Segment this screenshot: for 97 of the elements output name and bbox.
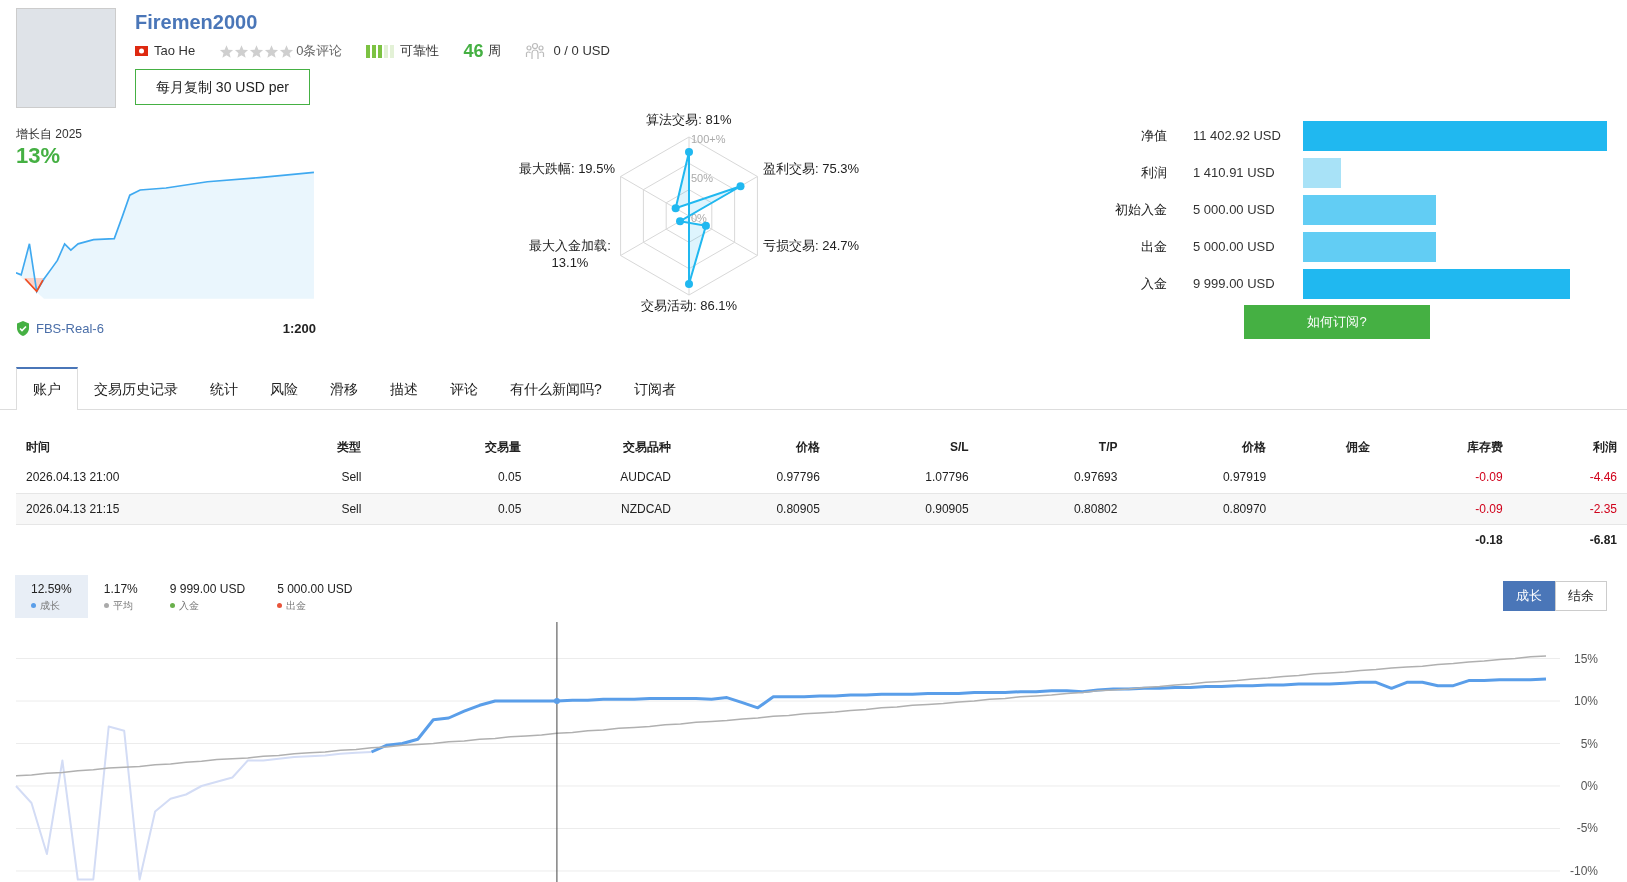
tab[interactable]: 有什么新闻吗?: [494, 367, 618, 409]
hover-point: [553, 698, 560, 704]
server-name[interactable]: FBS-Real-6: [36, 319, 104, 339]
tab[interactable]: 订阅者: [617, 367, 692, 409]
column-header: S/L: [948, 438, 970, 456]
total-cell: -6.81: [1512, 524, 1627, 555]
balance-value: 5 000.00 USD: [1193, 237, 1276, 256]
star-icon: [219, 43, 235, 59]
table-cell: 0.80970: [1127, 493, 1277, 524]
grid-label: 0%: [691, 212, 707, 224]
star-icon: [249, 43, 265, 59]
total-cell: -0.18: [1379, 524, 1513, 555]
column-header: 交易量: [484, 438, 523, 456]
axis-label: -10%: [1570, 863, 1598, 878]
table-cell: Sell: [239, 493, 372, 524]
column-header: 利润: [1592, 438, 1618, 456]
balance-label: 净值: [1140, 126, 1167, 145]
axis-label: -5%: [1576, 821, 1598, 836]
axis-label: 亏损交易: 24.7%: [763, 238, 860, 253]
table-cell: AUDCAD: [531, 462, 681, 493]
column-header: 价格: [794, 438, 821, 456]
table-cell: 0.97796: [681, 462, 830, 493]
weeks-count: 46: [463, 39, 484, 63]
table-cell: 0.80905: [681, 493, 830, 524]
balance-value: 9 999.00 USD: [1193, 274, 1276, 293]
grid-label: 50%: [691, 171, 714, 184]
shield-check-icon: [16, 321, 30, 337]
star-icon: [234, 43, 250, 59]
axis-label: 5%: [1580, 736, 1598, 751]
weeks-unit: 周: [488, 42, 502, 61]
table-cell: -0.09: [1379, 462, 1513, 493]
column-header: 时间: [25, 438, 51, 456]
column-header: T/P: [1097, 438, 1119, 456]
table-cell: -4.46: [1512, 462, 1627, 493]
table-cell: 0.05: [371, 462, 532, 493]
balance-label: 出金: [1140, 237, 1167, 256]
balance-value: 11 402.92 USD: [1193, 126, 1282, 145]
legend-item[interactable]: 12.59% 成长: [15, 575, 88, 618]
table-cell: 1.07796: [829, 462, 979, 493]
radar-point: [701, 221, 710, 230]
chart-toggle[interactable]: 结余: [1555, 581, 1607, 611]
radar-point: [685, 280, 693, 288]
table-cell: 0.97919: [1127, 462, 1277, 493]
radar-point: [676, 217, 685, 226]
growth-label: 增长自 2025: [16, 126, 84, 143]
table-cell: 0.90905: [829, 493, 979, 524]
balance-label: 初始入金: [1114, 200, 1167, 219]
balance-value: 5 000.00 USD: [1193, 200, 1276, 219]
tab[interactable]: 描述: [374, 367, 434, 409]
table-cell: NZDCAD: [531, 493, 681, 524]
star-icon: [264, 43, 280, 59]
axis-label: 盈利交易: 75.3%: [763, 161, 860, 176]
column-header: 交易品种: [622, 438, 672, 456]
review-count[interactable]: 0条评论: [296, 41, 343, 61]
column-header: 库存费: [1465, 438, 1504, 456]
table-cell: 2026.04.13 21:00: [16, 462, 240, 493]
owner-name: Tao He: [154, 42, 196, 61]
tab[interactable]: 评论: [434, 367, 494, 409]
tab[interactable]: 风险: [254, 367, 314, 409]
tab[interactable]: 账户: [16, 367, 78, 410]
axis-label: 15%: [1573, 651, 1598, 666]
axis-label: 0%: [1580, 779, 1598, 793]
chart-toggle[interactable]: 成长: [1503, 581, 1555, 611]
radar-point: [685, 148, 693, 156]
leverage-value: 1:200: [282, 320, 316, 338]
balance-value: 1 410.91 USD: [1193, 163, 1276, 182]
table-cell: 0.97693: [978, 462, 1128, 493]
tab[interactable]: 交易历史记录: [78, 367, 194, 409]
reliability-label: 可靠性: [400, 42, 440, 61]
balance-label: 入金: [1140, 274, 1167, 293]
flag-icon: [135, 46, 148, 56]
trader-name[interactable]: Firemen2000: [135, 8, 610, 36]
column-header: 佣金: [1344, 438, 1371, 456]
tab[interactable]: 滑移: [314, 367, 374, 409]
column-header: 价格: [1241, 438, 1268, 456]
table-cell: -0.09: [1379, 493, 1513, 524]
table-cell: 0.80802: [978, 493, 1128, 524]
table-cell: Sell: [239, 462, 372, 493]
star-icon: [279, 43, 295, 59]
grid-label: 100+%: [691, 133, 726, 145]
subscribers-info: 0 / 0 USD: [553, 42, 610, 61]
axis-label: 最大入金加载: 13.1%: [529, 238, 611, 270]
table-cell: -2.35: [1512, 493, 1627, 524]
table-cell: 0.05: [371, 493, 532, 524]
people-icon: [525, 42, 546, 60]
growth-value: 13%: [16, 143, 62, 169]
balance-label: 利润: [1140, 163, 1167, 182]
radar-point: [736, 182, 745, 191]
axis-label: 交易活动: 86.1%: [640, 298, 738, 313]
axis-label: 10%: [1573, 694, 1598, 708]
axis-label: 最大跌幅: 19.5%: [518, 161, 615, 176]
copy-button[interactable]: 每月复制 30 USD per: [135, 69, 310, 105]
column-header: 类型: [336, 438, 363, 456]
tab[interactable]: 统计: [194, 367, 254, 409]
axis-label: 算法交易: 81%: [646, 112, 732, 127]
table-cell: 2026.04.13 21:15: [16, 493, 240, 524]
radar-point: [671, 204, 680, 213]
